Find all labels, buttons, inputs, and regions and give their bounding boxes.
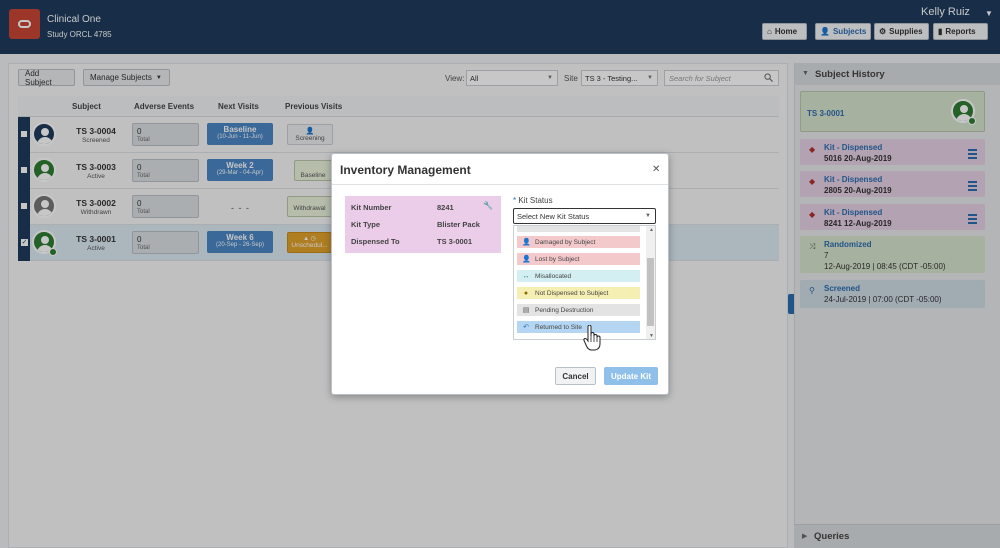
return-icon: ↶ [523, 324, 529, 331]
kit-status-label: * Kit Status [513, 196, 553, 205]
kit-type-label: Kit Type [351, 220, 381, 229]
wrench-icon[interactable]: 🔧 [483, 201, 493, 210]
option-misallocated[interactable]: ↔ Misallocated [517, 270, 640, 282]
scroll-up-icon[interactable]: ▲ [649, 227, 654, 233]
kit-details: Kit Number 8241 🔧 Kit Type Blister Pack … [345, 196, 501, 253]
scrollbar-thumb[interactable] [647, 258, 654, 326]
arrows-icon: ↔ [522, 272, 530, 280]
option-returned-to-site[interactable]: ↶ Returned to Site [517, 321, 640, 333]
option-not-dispensed[interactable]: ● Not Dispensed to Subject [517, 287, 640, 299]
option-damaged-by-subject[interactable]: 👤 Damaged by Subject [517, 236, 640, 248]
person-icon: 👤 [522, 239, 531, 246]
chevron-down-icon: ▼ [645, 213, 651, 219]
kit-number-value: 8241 [437, 203, 454, 212]
kit-status-select[interactable]: Select New Kit Status ▼ [513, 208, 656, 224]
dispensed-to-label: Dispensed To [351, 237, 400, 246]
trash-icon: ▤ [522, 307, 530, 314]
pill-icon: ● [523, 289, 529, 297]
kit-type-value: Blister Pack [437, 220, 480, 229]
kit-status-dropdown[interactable]: 👤 Damaged by Subject 👤 Lost by Subject ↔ Mi… [513, 225, 656, 340]
kit-number-label: Kit Number [351, 203, 392, 212]
cancel-button[interactable]: Cancel [555, 367, 596, 385]
dropdown-scrollbar[interactable]: ▲ ▼ [646, 226, 655, 339]
inventory-management-dialog: Inventory Management ✕ Kit Number 8241 🔧… [331, 153, 669, 395]
dispensed-to-value: TS 3-0001 [437, 237, 473, 246]
dropdown-option-partial[interactable] [517, 226, 640, 232]
hand-cursor-icon [583, 325, 601, 351]
option-lost-by-subject[interactable]: 👤 Lost by Subject [517, 253, 640, 265]
update-kit-button[interactable]: Update Kit [604, 367, 658, 385]
dialog-title: Inventory Management [340, 163, 471, 177]
close-icon[interactable]: ✕ [652, 164, 660, 175]
scroll-down-icon[interactable]: ▼ [649, 333, 654, 339]
person-icon: 👤 [522, 256, 531, 263]
option-pending-destruction[interactable]: ▤ Pending Destruction [517, 304, 640, 316]
